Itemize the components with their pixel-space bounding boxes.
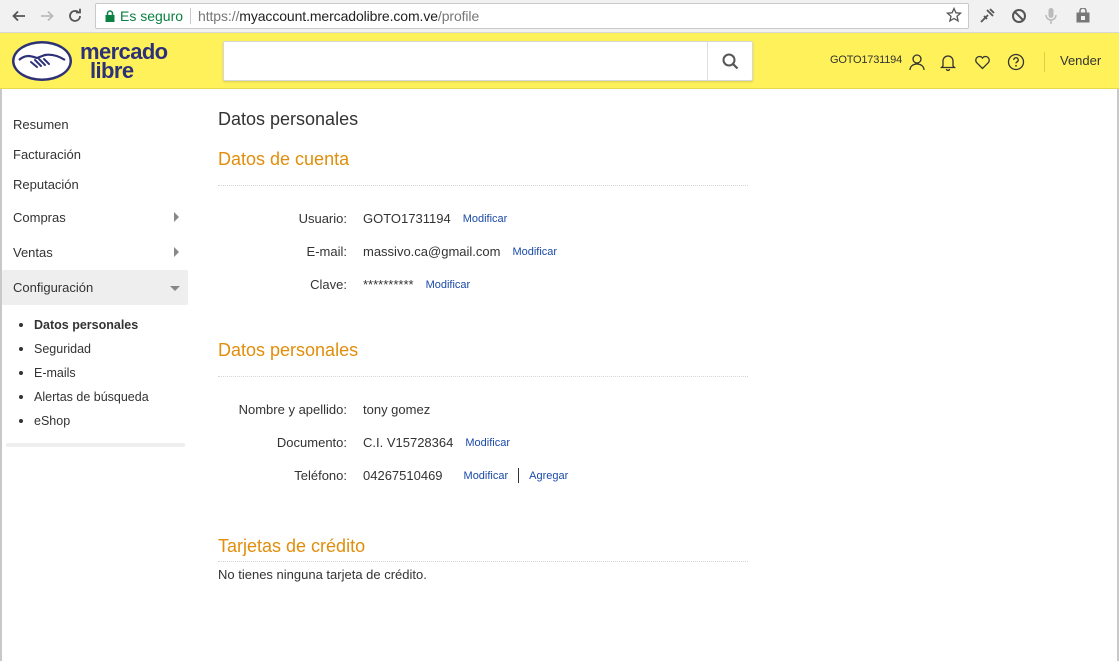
chevron-right-icon [174,200,180,235]
user-icon [909,54,925,71]
sidebar-item-label: Compras [13,210,66,225]
address-separator [190,8,192,24]
submenu-item-datos-personales[interactable]: Datos personales [13,313,188,337]
url-path: /profile [437,8,480,24]
field-label: Teléfono: [294,468,347,483]
search-button[interactable] [707,42,752,80]
site-header: mercado libre GOTO1731194 Vender [0,33,1119,89]
logo-wordmark: mercado libre [80,41,168,82]
url-domain: myaccount.mercadolibre.com.ve [239,8,438,24]
search-bar [223,41,753,81]
url-scheme: https:// [198,8,240,24]
secure-label: Es seguro [120,8,184,24]
page-title: Datos personales [218,109,359,129]
field-label: Usuario: [298,211,347,226]
field-row-usuario: Usuario: GOTO1731194 Modificar [218,202,748,235]
search-input[interactable] [224,42,708,80]
account-section-title: Datos de cuenta [218,149,350,169]
forward-arrow-icon [41,10,54,22]
account-sidebar: Resumen Facturación Reputación Compras V… [2,110,188,447]
mercadolibre-logo[interactable]: mercado libre [11,40,181,84]
submenu-item-emails[interactable]: E-mails [13,361,188,385]
security-indicator[interactable]: Es seguro [105,8,183,24]
back-button[interactable] [9,6,29,26]
reload-button[interactable] [65,6,85,26]
help-button[interactable] [1006,52,1026,72]
field-label: Documento: [276,435,347,450]
forward-button[interactable] [37,6,57,26]
extension-tool-icon[interactable] [977,6,997,26]
favorites-button[interactable] [972,52,992,72]
cards-section-title: Tarjetas de crédito [218,536,366,556]
field-row-documento: Documento: C.I. V15728364 Modificar [218,426,748,459]
field-value: tony gomez [363,402,431,417]
help-icon [1007,53,1025,71]
notifications-button[interactable] [938,52,958,72]
sidebar-item-facturacion[interactable]: Facturación [2,140,188,170]
sidebar-item-label: Ventas [13,245,53,260]
link-separator [518,468,520,483]
field-value: massivo.ca@gmail.com [363,244,501,259]
extension-bag-icon[interactable] [1073,6,1093,26]
sidebar-item-configuracion[interactable]: Configuración [2,270,188,305]
personal-section-title: Datos personales [218,340,359,360]
extension-sync-icon[interactable] [1009,6,1029,26]
profile-content: Datos personales Datos de cuenta Usuario… [218,105,748,585]
sidebar-item-resumen[interactable]: Resumen [2,110,188,140]
address-bar[interactable]: Es seguro https://myaccount.mercadolibre… [95,3,969,29]
chevron-down-icon [170,270,180,305]
field-label: Clave: [310,277,347,292]
field-value: ********** [363,277,414,292]
field-row-nombre: Nombre y apellido: tony gomez [218,393,748,426]
modify-document-link[interactable]: Modificar [465,437,510,449]
chevron-right-icon [174,235,180,270]
search-icon [722,53,738,69]
bookmark-star-icon[interactable] [945,6,963,26]
heart-icon [974,55,990,70]
configuracion-submenu: Datos personales Seguridad E-mails Alert… [2,305,188,443]
sidebar-item-compras[interactable]: Compras [2,200,188,235]
username-label[interactable]: GOTO1731194 [830,54,902,66]
reload-icon [69,8,81,22]
modify-username-link[interactable]: Modificar [463,213,508,225]
sell-link[interactable]: Vender [1060,53,1101,68]
field-row-clave: Clave: ********** Modificar [218,268,748,301]
no-cards-message: No tienes ninguna tarjeta de crédito. [218,567,427,582]
modify-password-link[interactable]: Modificar [426,279,471,291]
submenu-item-alertas[interactable]: Alertas de búsqueda [13,385,188,409]
sidebar-bottom-bar [6,443,185,447]
url-text: https://myaccount.mercadolibre.com.ve/pr… [198,8,479,24]
modify-email-link[interactable]: Modificar [512,246,557,258]
add-phone-link[interactable]: Agregar [529,470,568,482]
field-value: GOTO1731194 [363,211,451,226]
sidebar-item-label: Configuración [13,280,94,295]
lock-icon [105,10,115,22]
account-button[interactable] [907,52,927,72]
field-row-email: E-mail: massivo.ca@gmail.com Modificar [218,235,748,268]
submenu-item-eshop[interactable]: eShop [13,409,188,433]
bell-icon [940,55,956,71]
field-label: E-mail: [306,244,347,259]
field-row-telefono: Teléfono: 04267510469 Modificar Agregar [218,459,748,492]
submenu-item-seguridad[interactable]: Seguridad [13,337,188,361]
field-value: 04267510469 [363,468,443,483]
header-divider [1044,52,1045,72]
back-arrow-icon [12,10,25,22]
section-divider [218,561,748,562]
microphone-icon[interactable] [1041,6,1061,26]
modify-phone-link[interactable]: Modificar [464,470,509,482]
sidebar-item-reputacion[interactable]: Reputación [2,170,188,200]
sidebar-item-ventas[interactable]: Ventas [2,235,188,270]
browser-toolbar: Es seguro https://myaccount.mercadolibre… [0,0,1119,33]
field-label: Nombre y apellido: [238,402,347,417]
handshake-logo-icon [12,41,72,81]
field-value: C.I. V15728364 [363,435,454,450]
